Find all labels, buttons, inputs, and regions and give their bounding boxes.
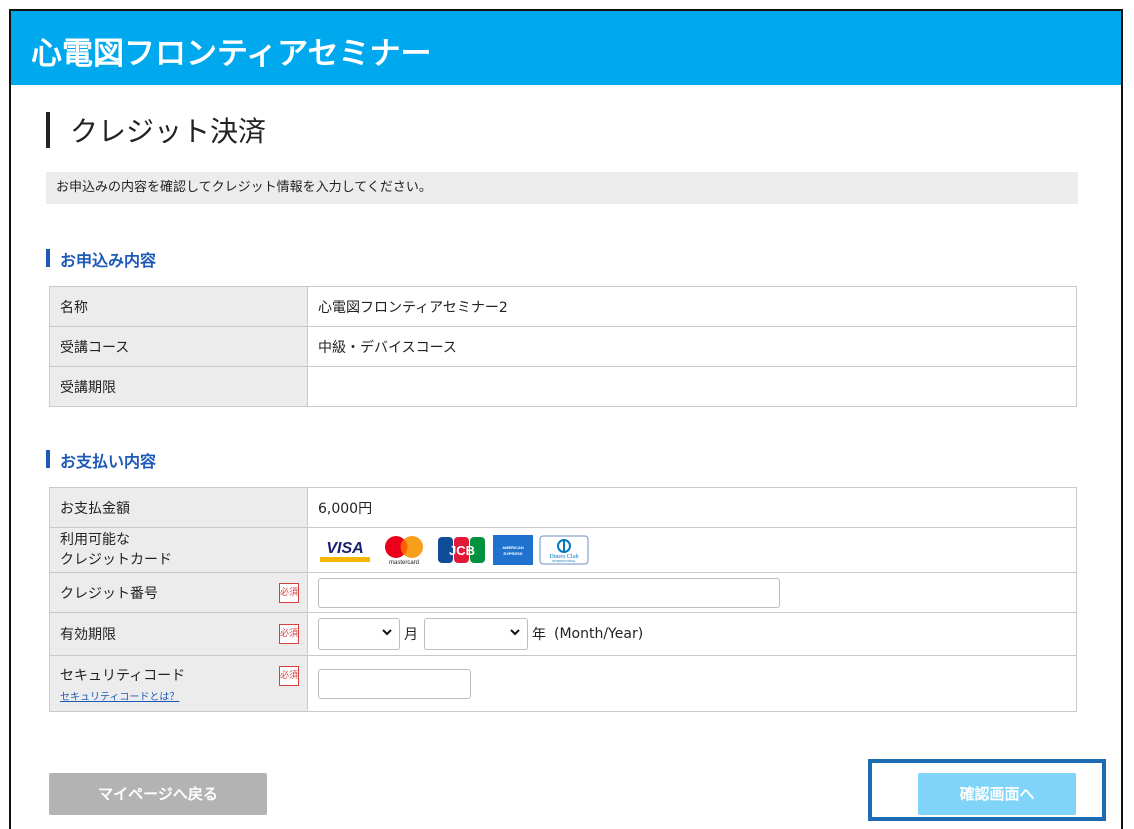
- row-label-name: 名称: [49, 286, 308, 327]
- card-number-label-cell: クレジット番号 必須: [49, 572, 308, 613]
- security-code-help-link[interactable]: セキュリティコードとは？: [60, 688, 297, 703]
- page-title-accent-bar: [46, 112, 50, 148]
- visa-logo: VISA: [318, 535, 372, 565]
- application-heading-text: お申込み内容: [60, 251, 157, 270]
- payment-table: お支払金額 6,000円 利用可能な クレジットカード VISA masterc…: [49, 487, 1077, 712]
- card-number-input[interactable]: [318, 577, 780, 608]
- application-table: 名称 心電図フロンティアセミナー2 受講コース 中級・デバイスコース 受講期限: [49, 286, 1077, 407]
- card-number-cell: [307, 572, 1077, 613]
- payment-heading-text: お支払い内容: [60, 452, 157, 471]
- diners-logo: Diners Club INTERNATIONAL: [538, 535, 590, 565]
- expiry-month-select[interactable]: [318, 618, 400, 650]
- table-row: 受講期限: [49, 366, 1077, 407]
- instruction-text: お申込みの内容を確認してクレジット情報を入力してください。: [46, 172, 1078, 204]
- table-row: 有効期限 必須 月 年 (Month/Year): [49, 612, 1077, 656]
- svg-text:EXPRESS: EXPRESS: [504, 551, 523, 556]
- required-badge: 必須: [279, 666, 299, 686]
- chevron-down-icon: [509, 626, 521, 642]
- page-title: クレジット決済: [70, 115, 267, 148]
- jcb-text: JCB: [449, 543, 475, 558]
- jcb-logo: JCB: [436, 535, 488, 565]
- expiry-cell: 月 年 (Month/Year): [307, 612, 1077, 656]
- required-badge: 必須: [279, 624, 299, 644]
- amount-value: 6,000円: [307, 487, 1077, 528]
- diners-sub-text: INTERNATIONAL: [552, 559, 576, 563]
- security-label-cell: セキュリティコード セキュリティコードとは？ 必須: [49, 655, 308, 712]
- table-row: お支払金額 6,000円: [49, 487, 1077, 528]
- section-accent-bar: [46, 249, 50, 267]
- row-value-course: 中級・デバイスコース: [307, 326, 1077, 367]
- month-unit: 月: [404, 627, 418, 643]
- cards-label-line1: 利用可能な: [60, 532, 130, 548]
- expiry-hint: (Month/Year): [554, 626, 644, 642]
- amex-logo: AMERICAN EXPRESS: [492, 535, 534, 565]
- row-label-deadline: 受講期限: [49, 366, 308, 407]
- table-row: クレジット番号 必須: [49, 572, 1077, 613]
- cards-label-line2: クレジットカード: [60, 552, 172, 568]
- amount-label: お支払金額: [49, 487, 308, 528]
- row-label-course: 受講コース: [49, 326, 308, 367]
- site-header: 心電図フロンティアセミナー: [11, 11, 1121, 85]
- row-value-name: 心電図フロンティアセミナー2: [307, 286, 1077, 327]
- cards-value: VISA mastercard JCB AMERICAN EXPRESS Din…: [307, 527, 1077, 573]
- security-code-input[interactable]: [318, 668, 471, 699]
- expiry-label-cell: 有効期限 必須: [49, 612, 308, 656]
- year-unit: 年: [532, 627, 546, 643]
- confirm-button[interactable]: 確認画面へ: [918, 773, 1076, 815]
- table-row: 利用可能な クレジットカード VISA mastercard JCB AMERI…: [49, 527, 1077, 573]
- site-title: 心電図フロンティアセミナー: [31, 36, 432, 72]
- chevron-down-icon: [381, 626, 393, 642]
- row-value-deadline: [307, 366, 1077, 407]
- visa-text: VISA: [326, 540, 363, 557]
- section-accent-bar: [46, 450, 50, 468]
- table-row: 受講コース 中級・デバイスコース: [49, 326, 1077, 367]
- table-row: セキュリティコード セキュリティコードとは？ 必須: [49, 655, 1077, 712]
- mastercard-text: mastercard: [389, 560, 419, 566]
- cards-label: 利用可能な クレジットカード: [49, 527, 308, 573]
- security-label: セキュリティコード: [60, 667, 186, 684]
- card-number-label: クレジット番号: [60, 585, 158, 602]
- svg-text:AMERICAN: AMERICAN: [502, 545, 524, 550]
- expiry-year-select[interactable]: [424, 618, 528, 650]
- expiry-label: 有効期限: [60, 627, 116, 643]
- back-to-mypage-button[interactable]: マイページへ戻る: [49, 773, 267, 815]
- security-cell: [307, 655, 1077, 712]
- mastercard-logo: mastercard: [376, 535, 432, 566]
- accepted-cards: VISA mastercard JCB AMERICAN EXPRESS Din…: [318, 535, 1066, 566]
- required-badge: 必須: [279, 582, 299, 603]
- table-row: 名称 心電図フロンティアセミナー2: [49, 286, 1077, 327]
